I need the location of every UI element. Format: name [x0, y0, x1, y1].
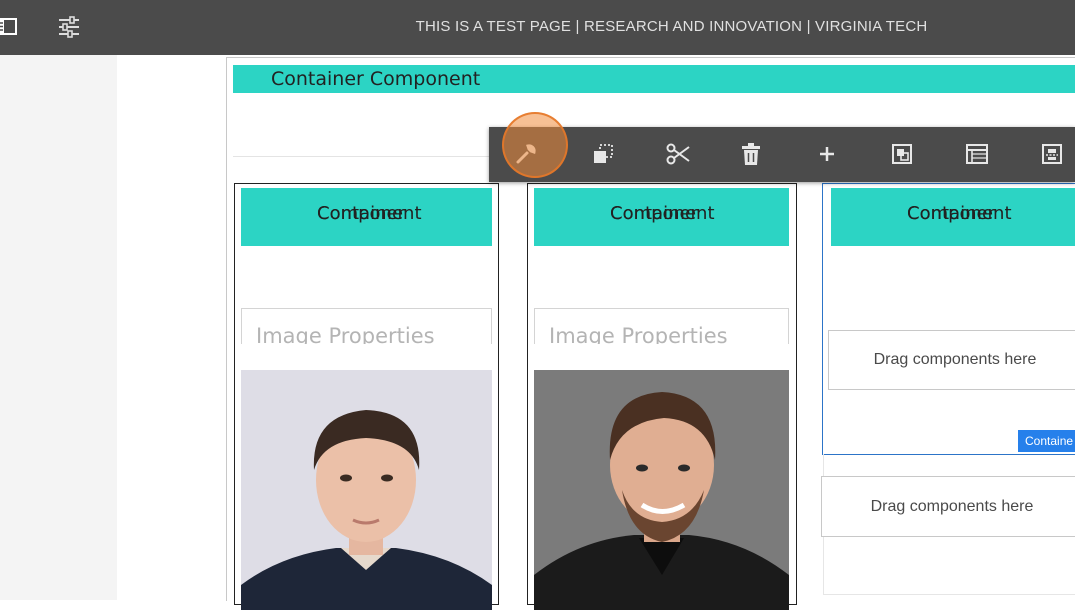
image-properties-placeholder[interactable]: Image Properties	[241, 308, 492, 344]
cut-button[interactable]	[663, 139, 693, 169]
column-container-component[interactable]: Container Component	[831, 188, 1075, 246]
dropzone-label: Drag components here	[873, 351, 1037, 368]
layout-icon	[966, 144, 988, 164]
delete-button[interactable]	[736, 139, 766, 169]
dropzone-label: Drag components here	[870, 498, 1034, 515]
drag-components-dropzone[interactable]: Drag components here	[828, 330, 1075, 390]
drag-components-dropzone[interactable]: Drag components here	[821, 476, 1075, 537]
add-icon	[820, 147, 834, 161]
profile-photo-man-suit[interactable]	[534, 370, 789, 610]
column-container-2[interactable]: Container Component Image Properties	[527, 183, 797, 610]
top-container-component[interactable]: Container Component	[233, 65, 1075, 93]
editor-header: THIS IS A TEST PAGE | RESEARCH AND INNOV…	[0, 0, 1075, 55]
left-rail	[0, 55, 117, 600]
delete-icon	[742, 143, 760, 165]
side-panel-icon[interactable]	[0, 14, 20, 40]
component-edit-toolbar	[489, 127, 1075, 182]
group-icon	[892, 144, 912, 164]
column-container-component[interactable]: Container Component	[534, 188, 789, 246]
image-properties-label: Image Properties	[256, 324, 435, 344]
page-title: THIS IS A TEST PAGE | RESEARCH AND INNOV…	[415, 18, 928, 35]
column-container-3-selected[interactable]: Container Component	[822, 183, 1075, 455]
copy-button[interactable]	[588, 139, 618, 169]
container-label-line2: Component	[907, 203, 1012, 224]
parent-icon	[1042, 144, 1062, 164]
container-selection-badge[interactable]: Containe	[1018, 430, 1075, 452]
container-label: Container Component	[271, 68, 481, 90]
image-properties-placeholder[interactable]: Image Properties	[534, 308, 789, 344]
select-parent-button[interactable]	[1037, 139, 1067, 169]
copy-icon	[594, 144, 613, 163]
profile-photo-man-sweater[interactable]	[241, 370, 492, 610]
image-properties-label: Image Properties	[549, 324, 728, 344]
column-container-1[interactable]: Container Component Image Properties	[234, 183, 499, 610]
container-label-line2: Component	[317, 203, 422, 224]
cut-icon	[666, 143, 690, 165]
container-label-line2: Component	[610, 203, 715, 224]
click-highlight-marker	[502, 112, 568, 178]
properties-sliders-icon[interactable]	[56, 14, 82, 40]
layout-button[interactable]	[962, 139, 992, 169]
column-container-component[interactable]: Container Component	[241, 188, 492, 246]
group-button[interactable]	[887, 139, 917, 169]
insert-component-button[interactable]	[812, 139, 842, 169]
